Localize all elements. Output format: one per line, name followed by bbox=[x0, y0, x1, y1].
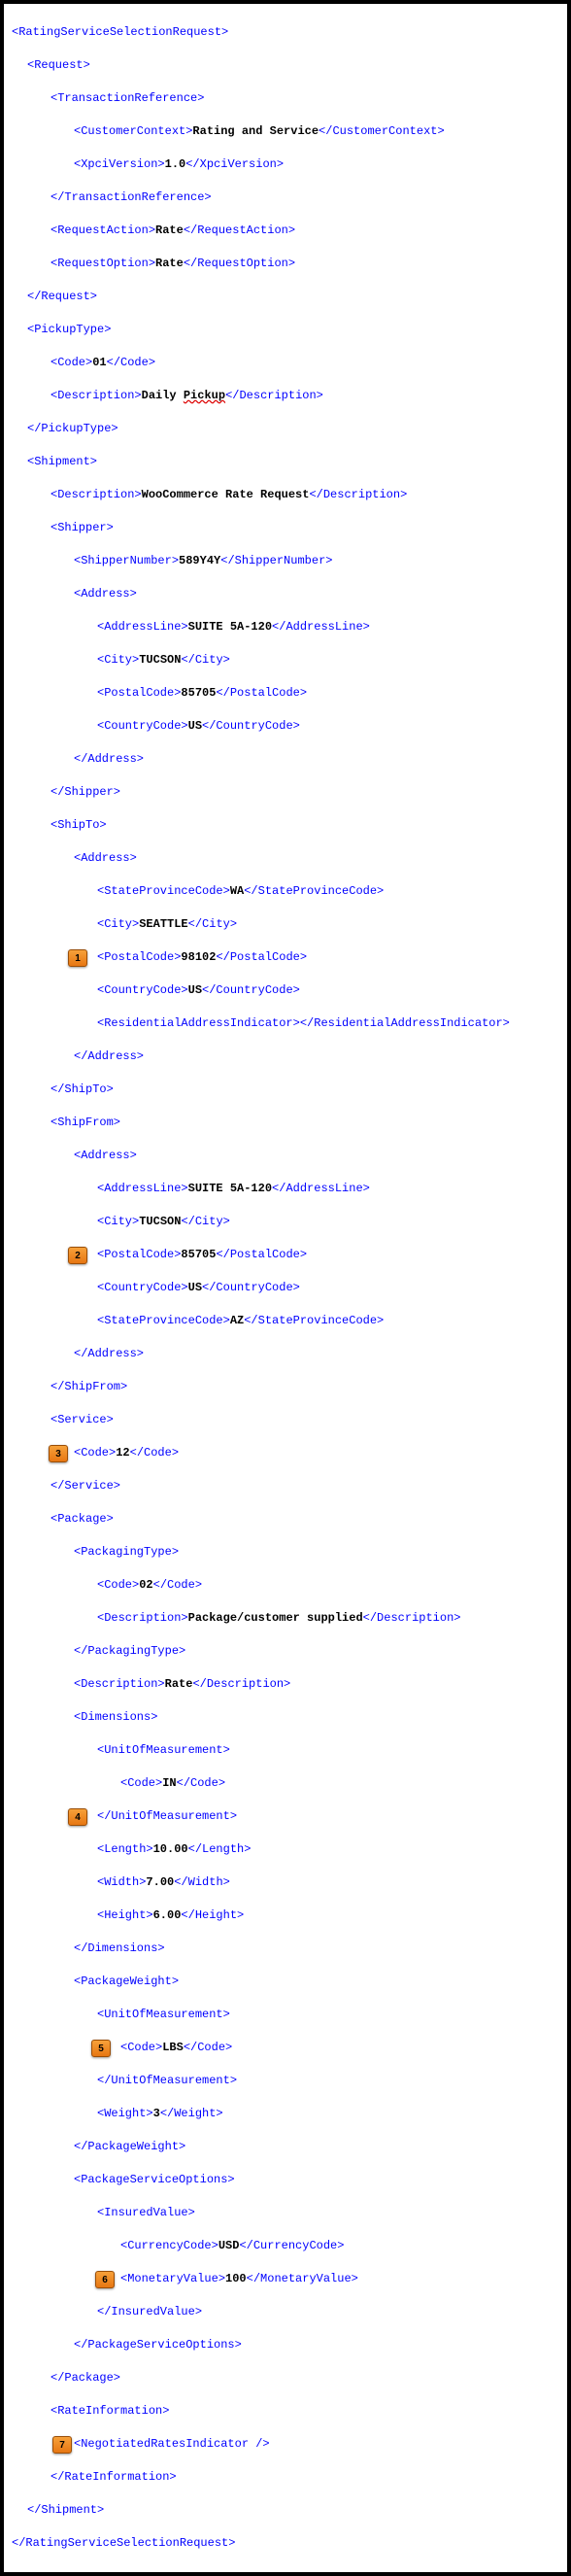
xml-line: <RatingServiceSelectionRequest> bbox=[4, 24, 567, 41]
xml-line: </TransactionReference> bbox=[4, 189, 567, 206]
xml-line: <CountryCode>US</CountryCode> bbox=[4, 982, 567, 999]
xml-line: <Shipment> bbox=[4, 454, 567, 470]
annotation-badge-1: 1 bbox=[68, 949, 87, 967]
xml-line: <Description>Package/customer supplied</… bbox=[4, 1610, 567, 1627]
xml-line: <Description>Rate</Description> bbox=[4, 1676, 567, 1693]
xml-line: <Weight>3</Weight> bbox=[4, 2106, 567, 2122]
xml-document: <RatingServiceSelectionRequest> <Request… bbox=[4, 4, 567, 2572]
xml-line: <Code>02</Code> bbox=[4, 1577, 567, 1594]
xml-line: <RateInformation> bbox=[4, 2403, 567, 2420]
xml-line: <Height>6.00</Height> bbox=[4, 1907, 567, 1924]
xml-line: </Shipment> bbox=[4, 2502, 567, 2519]
xml-line: </Request> bbox=[4, 289, 567, 305]
xml-line: </Address> bbox=[4, 751, 567, 768]
xml-line: </ShipFrom> bbox=[4, 1379, 567, 1395]
xml-line: </PackagingType> bbox=[4, 1643, 567, 1660]
annotation-badge-2: 2 bbox=[68, 1247, 87, 1264]
xml-line: 1<PostalCode>98102</PostalCode> bbox=[4, 949, 567, 966]
xml-line: <RequestAction>Rate</RequestAction> bbox=[4, 223, 567, 239]
xml-line: </Dimensions> bbox=[4, 1941, 567, 1957]
xml-line: <Dimensions> bbox=[4, 1709, 567, 1726]
xml-line: </InsuredValue> bbox=[4, 2304, 567, 2320]
xml-line: <RequestOption>Rate</RequestOption> bbox=[4, 256, 567, 272]
xml-line: <Service> bbox=[4, 1412, 567, 1428]
xml-line: <AddressLine>SUITE 5A-120</AddressLine> bbox=[4, 619, 567, 635]
xml-line: <TransactionReference> bbox=[4, 90, 567, 107]
xml-line: 7<NegotiatedRatesIndicator /> bbox=[4, 2436, 567, 2453]
xml-line: <AddressLine>SUITE 5A-120</AddressLine> bbox=[4, 1181, 567, 1197]
xml-line: 4</UnitOfMeasurement> bbox=[4, 1808, 567, 1825]
xml-line: <CountryCode>US</CountryCode> bbox=[4, 718, 567, 735]
xml-line: <Code>01</Code> bbox=[4, 355, 567, 371]
xml-line: <Description>WooCommerce Rate Request</D… bbox=[4, 487, 567, 503]
xml-line: </ShipTo> bbox=[4, 1082, 567, 1098]
annotation-badge-6: 6 bbox=[95, 2271, 115, 2288]
xml-line: <ShipperNumber>589Y4Y</ShipperNumber> bbox=[4, 553, 567, 569]
xml-line: </Shipper> bbox=[4, 784, 567, 801]
annotation-badge-3: 3 bbox=[49, 1445, 68, 1462]
xml-line: <PackageWeight> bbox=[4, 1974, 567, 1990]
xml-line: 6<MonetaryValue>100</MonetaryValue> bbox=[4, 2271, 567, 2287]
xml-line: <CurrencyCode>USD</CurrencyCode> bbox=[4, 2238, 567, 2254]
xml-line: <Length>10.00</Length> bbox=[4, 1841, 567, 1858]
xml-line: <PostalCode>85705</PostalCode> bbox=[4, 685, 567, 702]
xml-line: <Address> bbox=[4, 586, 567, 602]
xml-line: <ShipTo> bbox=[4, 817, 567, 834]
xml-line: <Shipper> bbox=[4, 520, 567, 536]
annotation-badge-5: 5 bbox=[91, 2040, 111, 2057]
xml-line: </Package> bbox=[4, 2370, 567, 2387]
xml-line: <StateProvinceCode>WA</StateProvinceCode… bbox=[4, 883, 567, 900]
xml-line: <PackageServiceOptions> bbox=[4, 2172, 567, 2188]
xml-line: <City>TUCSON</City> bbox=[4, 1214, 567, 1230]
xml-line: <PickupType> bbox=[4, 322, 567, 338]
xml-line: <StateProvinceCode>AZ</StateProvinceCode… bbox=[4, 1313, 567, 1329]
annotation-badge-7: 7 bbox=[52, 2436, 72, 2454]
xml-line: <PackagingType> bbox=[4, 1544, 567, 1561]
xml-line: <UnitOfMeasurement> bbox=[4, 2007, 567, 2023]
xml-line: 5<Code>LBS</Code> bbox=[4, 2040, 567, 2056]
xml-line: </PickupType> bbox=[4, 421, 567, 437]
xml-line: <ResidentialAddressIndicator></Residenti… bbox=[4, 1015, 567, 1032]
xml-line: </Address> bbox=[4, 1346, 567, 1362]
xml-line: <Code>IN</Code> bbox=[4, 1775, 567, 1792]
xml-line: </Address> bbox=[4, 1048, 567, 1065]
xml-line: <Address> bbox=[4, 1148, 567, 1164]
xml-line: <City>TUCSON</City> bbox=[4, 652, 567, 669]
xml-line: <Request> bbox=[4, 57, 567, 74]
xml-line: <UnitOfMeasurement> bbox=[4, 1742, 567, 1759]
xml-line: <Address> bbox=[4, 850, 567, 867]
xml-line: <Package> bbox=[4, 1511, 567, 1528]
xml-line: <XpciVersion>1.0</XpciVersion> bbox=[4, 156, 567, 173]
xml-line: </Service> bbox=[4, 1478, 567, 1494]
xml-line: </RateInformation> bbox=[4, 2469, 567, 2486]
annotation-badge-4: 4 bbox=[68, 1808, 87, 1826]
xml-line: 3<Code>12</Code> bbox=[4, 1445, 567, 1461]
xml-line: <CountryCode>US</CountryCode> bbox=[4, 1280, 567, 1296]
xml-line: <CustomerContext>Rating and Service</Cus… bbox=[4, 123, 567, 140]
xml-line: <ShipFrom> bbox=[4, 1115, 567, 1131]
xml-line: </PackageServiceOptions> bbox=[4, 2337, 567, 2353]
xml-line: <InsuredValue> bbox=[4, 2205, 567, 2221]
xml-line: </PackageWeight> bbox=[4, 2139, 567, 2155]
xml-line: <Width>7.00</Width> bbox=[4, 1874, 567, 1891]
xml-line: </RatingServiceSelectionRequest> bbox=[4, 2535, 567, 2552]
xml-line: <Description>Daily Pickup</Description> bbox=[4, 388, 567, 404]
xml-line: </UnitOfMeasurement> bbox=[4, 2073, 567, 2089]
xml-line: <City>SEATTLE</City> bbox=[4, 916, 567, 933]
xml-line: 2<PostalCode>85705</PostalCode> bbox=[4, 1247, 567, 1263]
